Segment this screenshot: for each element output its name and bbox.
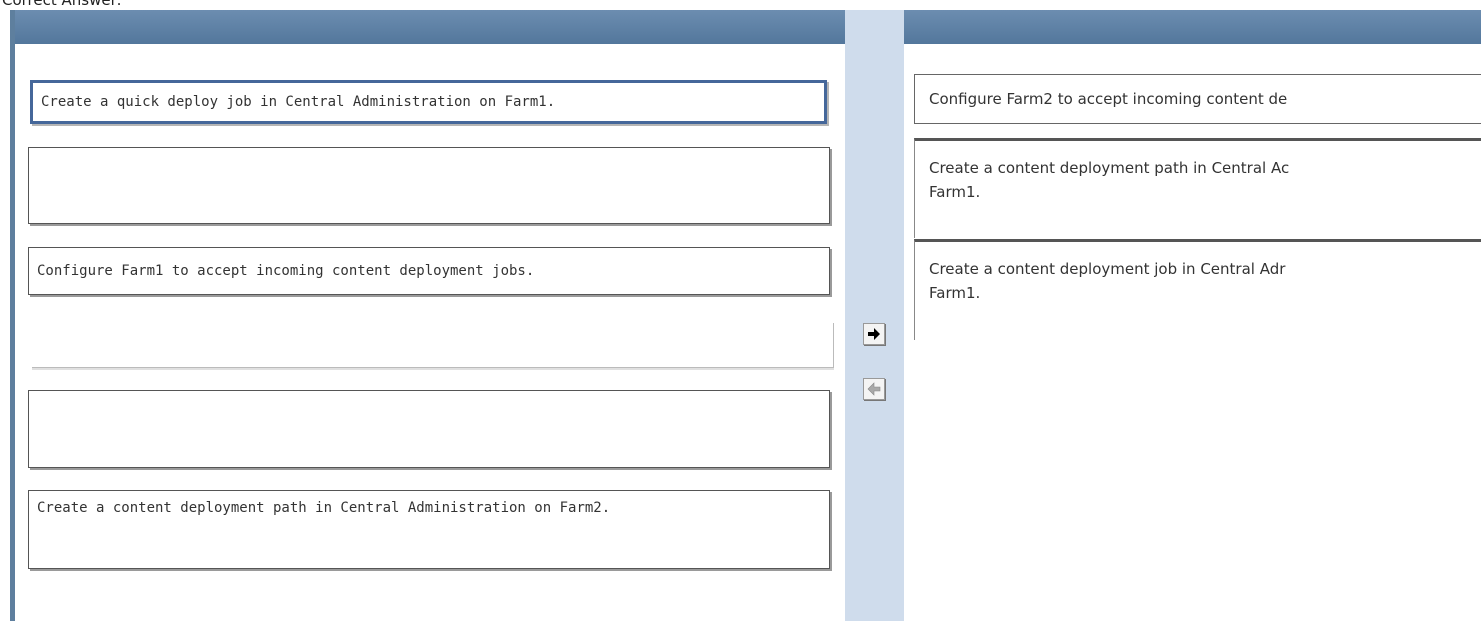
right-source-panel: Configure Farm2 to accept incoming conte… xyxy=(904,10,1481,621)
top-clipped-caption: Correct Answer: xyxy=(0,0,1481,10)
answer-slot-4[interactable] xyxy=(32,323,834,368)
item-label-line-1: Create a content deployment job in Centr… xyxy=(929,260,1286,278)
left-panel-header xyxy=(10,10,845,44)
move-controls-strip xyxy=(845,10,904,621)
left-answer-panel: Create a quick deploy job in Central Adm… xyxy=(10,10,845,621)
answer-slot-2[interactable] xyxy=(28,147,830,224)
answer-slot-1[interactable]: Create a quick deploy job in Central Adm… xyxy=(30,80,827,124)
source-item-3[interactable]: Create a content deployment job in Centr… xyxy=(914,239,1481,340)
drag-drop-answer-area: Correct Answer: Create a quick deploy jo… xyxy=(0,0,1481,621)
slot-label: Create a quick deploy job in Central Adm… xyxy=(41,94,556,110)
slot-label: Create a content deployment path in Cent… xyxy=(37,500,611,516)
left-panel-edge xyxy=(10,10,15,621)
answer-slot-6[interactable]: Create a content deployment path in Cent… xyxy=(28,490,830,569)
arrow-right-icon xyxy=(867,327,881,341)
item-label: Configure Farm2 to accept incoming conte… xyxy=(929,90,1288,108)
item-label-line-2: Farm1. xyxy=(929,284,981,302)
arrow-left-icon xyxy=(867,382,881,396)
item-label-line-2: Farm1. xyxy=(929,183,981,201)
answer-slot-3[interactable]: Configure Farm1 to accept incoming conte… xyxy=(28,247,830,295)
source-item-1[interactable]: Configure Farm2 to accept incoming conte… xyxy=(914,74,1481,124)
answer-slot-5[interactable] xyxy=(28,390,830,468)
slot-label: Configure Farm1 to accept incoming conte… xyxy=(37,263,535,279)
move-right-button[interactable] xyxy=(863,323,885,345)
move-left-button[interactable] xyxy=(863,378,885,400)
right-panel-header xyxy=(904,10,1481,44)
source-item-2[interactable]: Create a content deployment path in Cent… xyxy=(914,138,1481,238)
item-label-line-1: Create a content deployment path in Cent… xyxy=(929,159,1290,177)
caption-text: Correct Answer: xyxy=(2,0,122,9)
